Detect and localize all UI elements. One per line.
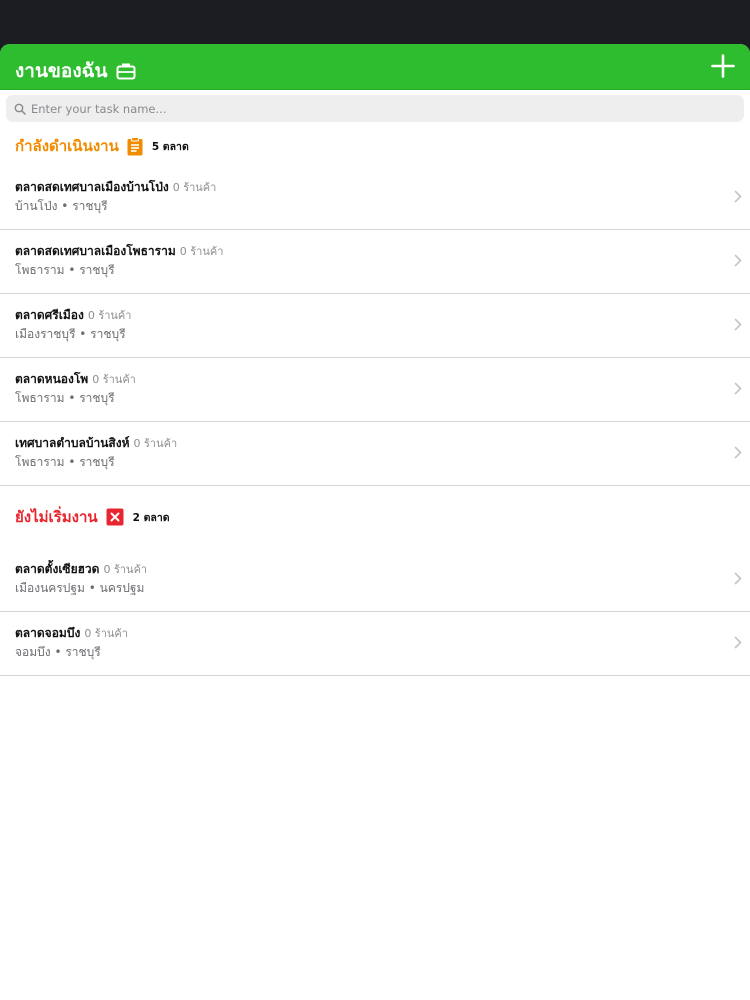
market-name: ตลาดศรีเมือง [15, 308, 84, 322]
clipboard-icon [127, 136, 143, 156]
market-location: โพธาราม • ราชบุรี [15, 391, 115, 405]
market-row[interactable]: ตลาดสดเทศบาลเมืองโพธาราม 0 ร้านค้า โพธารา… [0, 230, 750, 294]
page-title-group: งานของฉัน [15, 56, 136, 86]
market-name: ตลาดตั้งเซียฮวด [15, 562, 100, 576]
shop-count: 0 ร้านค้า [172, 181, 217, 194]
task-sheet: งานของฉัน Enter your task name... กำลังด… [0, 44, 750, 1000]
shop-count: 0 ร้านค้า [133, 437, 178, 450]
market-location: โพธาราม • ราชบุรี [15, 455, 115, 469]
shop-count: 0 ร้านค้า [87, 309, 132, 322]
market-row[interactable]: ตลาดตั้งเซียฮวด 0 ร้านค้า เมืองนครปฐม • น… [0, 548, 750, 612]
chevron-right-icon [734, 190, 742, 203]
search-bar [0, 90, 750, 126]
market-row[interactable]: ตลาดจอมบึง 0 ร้านค้า จอมบึง • ราชบุรี [0, 612, 750, 676]
market-name: ตลาดจอมบึง [15, 626, 81, 640]
plus-icon [711, 54, 735, 78]
briefcase-icon [116, 62, 136, 80]
chevron-right-icon [734, 254, 742, 267]
page-title: งานของฉัน [15, 60, 108, 82]
shop-count: 0 ร้านค้า [84, 627, 128, 640]
market-name: เทศบาลตำบลบ้านสิงห์ [15, 436, 130, 450]
market-location: บ้านโป่ง • ราชบุรี [15, 199, 108, 213]
search-input[interactable] [31, 101, 711, 116]
status-bar [0, 0, 750, 44]
close-box-icon [106, 508, 124, 526]
market-location: จอมบึง • ราชบุรี [15, 645, 101, 659]
market-row[interactable]: ตลาดศรีเมือง 0 ร้านค้า เมืองราชบุรี • ราช… [0, 294, 750, 358]
market-name: ตลาดหนองโพ [15, 372, 89, 386]
market-location: เมืองราชบุรี • ราชบุรี [15, 327, 126, 341]
market-name: ตลาดสดเทศบาลเมืองบ้านโป่ง [15, 180, 169, 194]
section-count-in-progress: 5 ตลาด [151, 140, 189, 153]
navigation-bar: งานของฉัน [0, 44, 750, 90]
market-row[interactable]: ตลาดหนองโพ 0 ร้านค้า โพธาราม • ราชบุรี [0, 358, 750, 422]
chevron-right-icon [734, 318, 742, 331]
section-header-not-started: ยังไม่เริ่มงาน 2 ตลาด [0, 486, 750, 548]
market-name: ตลาดสดเทศบาลเมืองโพธาราม [15, 244, 176, 258]
chevron-right-icon [734, 382, 742, 395]
chevron-right-icon [734, 446, 742, 459]
shop-count: 0 ร้านค้า [92, 373, 136, 386]
section-title-in-progress: กำลังดำเนินงาน [15, 137, 119, 155]
market-row[interactable]: เทศบาลตำบลบ้านสิงห์ 0 ร้านค้า โพธาราม • ร… [0, 422, 750, 486]
shop-count: 0 ร้านค้า [103, 563, 148, 576]
search-icon [14, 103, 26, 115]
section-title-not-started: ยังไม่เริ่มงาน [15, 508, 98, 526]
shop-count: 0 ร้านค้า [179, 245, 224, 258]
chevron-right-icon [734, 636, 742, 649]
section-header-in-progress: กำลังดำเนินงาน 5 ตลาด [0, 126, 750, 166]
chevron-right-icon [734, 572, 742, 585]
market-location: โพธาราม • ราชบุรี [15, 263, 115, 277]
add-task-button[interactable] [710, 53, 736, 79]
market-location: เมืองนครปฐม • นครปฐม [15, 581, 145, 595]
search-field[interactable] [6, 95, 744, 122]
section-count-not-started: 2 ตลาด [132, 511, 170, 524]
market-row[interactable]: ตลาดสดเทศบาลเมืองบ้านโป่ง 0 ร้านค้า บ้านโ… [0, 166, 750, 230]
